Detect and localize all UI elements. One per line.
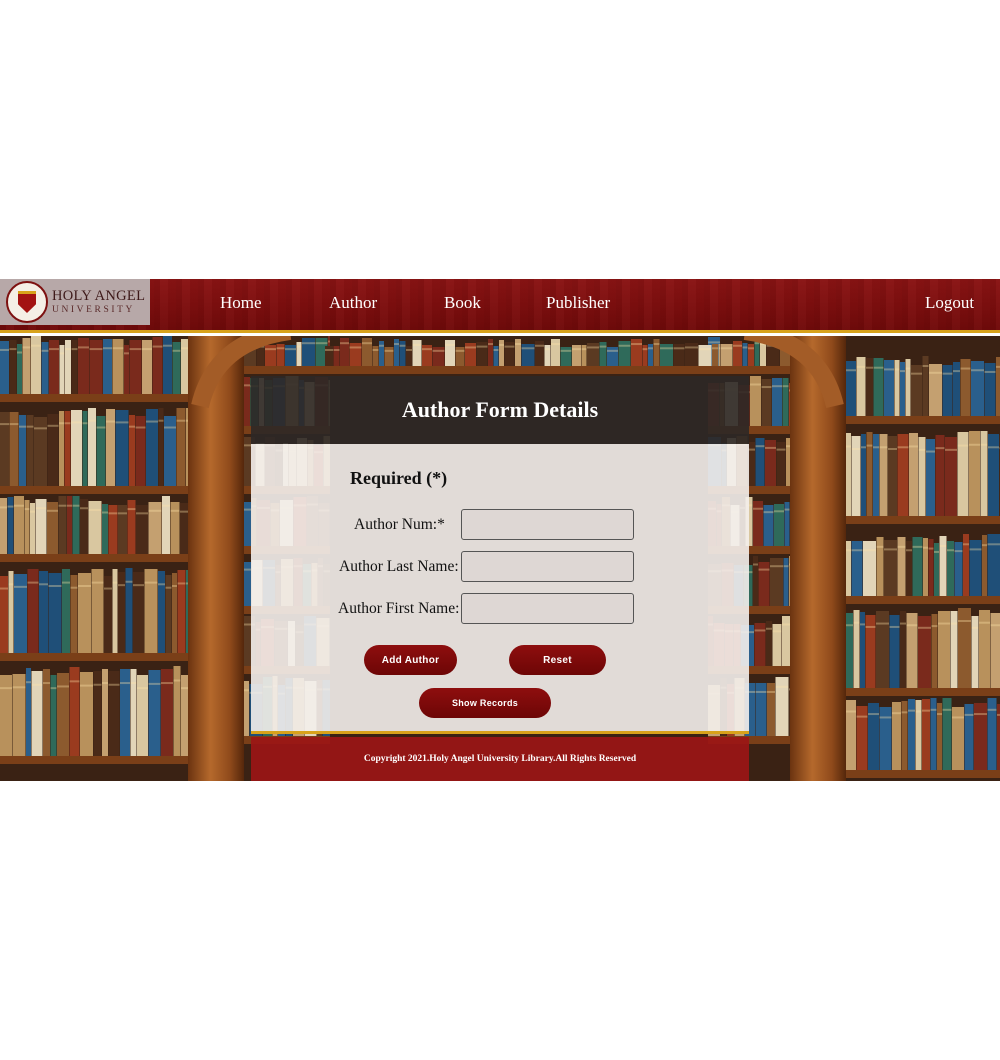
author-form-panel: Author Form Details Required (*) Author …: [251, 376, 749, 781]
nav-logout[interactable]: Logout: [925, 293, 974, 313]
university-seal-icon: [6, 281, 48, 323]
nav-author[interactable]: Author: [329, 293, 377, 313]
copyright-text: Copyright 2021.Holy Angel University Lib…: [363, 754, 637, 764]
required-note: Required (*): [350, 468, 448, 488]
logo-text: HOLY ANGEL UNIVERSITY: [52, 289, 145, 315]
author-last-name-label: Author Last Name:: [339, 558, 459, 575]
university-logo[interactable]: HOLY ANGEL UNIVERSITY: [0, 279, 150, 325]
nav-home[interactable]: Home: [220, 293, 262, 313]
logo-line-1: HOLY ANGEL: [52, 288, 146, 304]
nav-book[interactable]: Book: [444, 293, 481, 313]
show-records-button[interactable]: Show Records: [419, 688, 551, 718]
author-num-label: Author Num:*: [354, 516, 445, 533]
nav-publisher[interactable]: Publisher: [546, 293, 610, 313]
reset-button[interactable]: Reset: [509, 645, 606, 675]
navbar: HOLY ANGEL UNIVERSITY Home Author Book P…: [0, 279, 1000, 333]
logo-line-2: UNIVERSITY: [52, 304, 135, 315]
form-title: Author Form Details: [401, 397, 599, 422]
form-header: Author Form Details: [251, 376, 749, 444]
author-first-name-label: Author First Name:: [338, 600, 460, 617]
author-first-name-input[interactable]: [461, 593, 634, 624]
form-footer: Copyright 2021.Holy Angel University Lib…: [251, 737, 749, 781]
author-num-input[interactable]: [461, 509, 634, 540]
form-body: Required (*) Author Num:* Author Last Na…: [251, 444, 749, 734]
app-window: HOLY ANGEL UNIVERSITY Home Author Book P…: [0, 279, 1000, 781]
author-last-name-input[interactable]: [461, 551, 634, 582]
add-author-button[interactable]: Add Author: [364, 645, 457, 675]
